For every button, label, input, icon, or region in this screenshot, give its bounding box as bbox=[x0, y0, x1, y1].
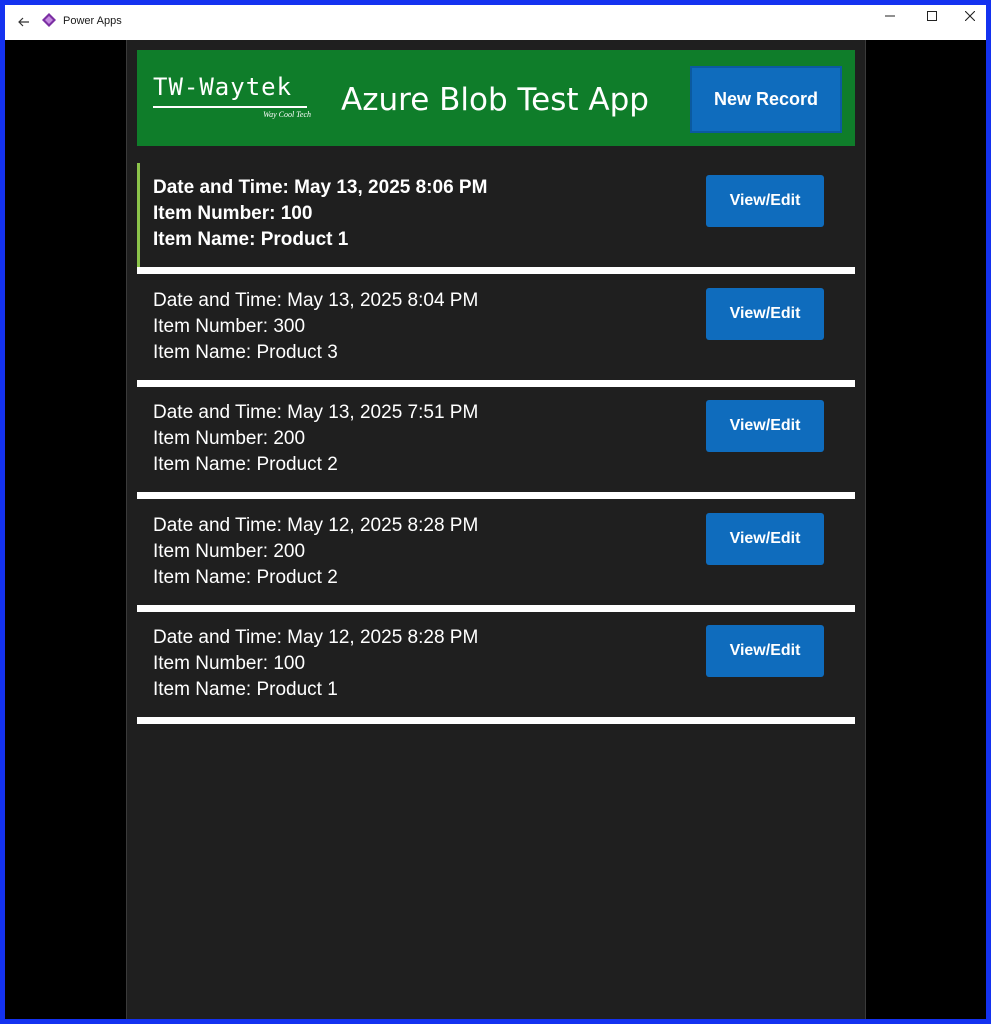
app-title: Azure Blob Test App bbox=[341, 82, 649, 118]
title-bar: Power Apps bbox=[5, 5, 986, 40]
arrow-left-icon bbox=[18, 17, 29, 27]
row-separator bbox=[137, 492, 855, 499]
record-details: Date and Time: May 12, 2025 8:28 PM Item… bbox=[153, 625, 478, 703]
app-header: TW-Waytek Way Cool Tech Azure Blob Test … bbox=[137, 50, 855, 146]
logo-text: TW-Waytek bbox=[153, 73, 293, 101]
row-separator bbox=[137, 267, 855, 274]
record-details: Date and Time: May 13, 2025 8:06 PM Item… bbox=[153, 175, 487, 253]
record-details: Date and Time: May 12, 2025 8:28 PM Item… bbox=[153, 513, 478, 591]
record-item-number: Item Number: 100 bbox=[153, 203, 313, 224]
row-separator bbox=[137, 604, 855, 612]
minimize-icon bbox=[885, 15, 895, 17]
minimize-button[interactable] bbox=[870, 5, 910, 27]
back-button[interactable] bbox=[13, 11, 35, 33]
record-item-number: Item Number: 300 bbox=[153, 315, 306, 337]
record-datetime: Date and Time: May 13, 2025 8:04 PM bbox=[153, 289, 479, 311]
record-details: Date and Time: May 13, 2025 8:04 PM Item… bbox=[153, 288, 478, 366]
record-item-name: Item Name: Product 1 bbox=[153, 679, 338, 700]
record-details: Date and Time: May 13, 2025 7:51 PM Item… bbox=[153, 400, 478, 478]
record-item-name: Item Name: Product 1 bbox=[153, 229, 349, 250]
record-datetime: Date and Time: May 12, 2025 8:28 PM bbox=[153, 627, 479, 648]
record-item-number: Item Number: 100 bbox=[153, 653, 306, 674]
new-record-button[interactable]: New Record bbox=[690, 66, 842, 133]
logo-underline bbox=[153, 106, 307, 108]
app-window: Power Apps TW-Waytek Way Cool Tech Azure… bbox=[5, 5, 986, 1019]
selection-indicator bbox=[137, 163, 140, 267]
company-logo: TW-Waytek Way Cool Tech bbox=[153, 72, 311, 132]
view-edit-button[interactable]: View/Edit bbox=[706, 400, 824, 452]
row-separator bbox=[137, 717, 855, 724]
close-button[interactable] bbox=[950, 5, 990, 27]
maximize-button[interactable] bbox=[912, 5, 952, 27]
window-title: Power Apps bbox=[63, 15, 122, 27]
record-item-name: Item Name: Product 2 bbox=[153, 454, 338, 475]
view-edit-button[interactable]: View/Edit bbox=[706, 512, 824, 565]
power-apps-icon bbox=[42, 13, 56, 27]
record-item-name: Item Name: Product 2 bbox=[153, 566, 338, 588]
record-datetime: Date and Time: May 13, 2025 7:51 PM bbox=[153, 402, 479, 423]
gallery-item[interactable]: Date and Time: May 12, 2025 8:28 PM Item… bbox=[137, 501, 855, 614]
view-edit-button[interactable]: View/Edit bbox=[706, 175, 824, 227]
record-item-number: Item Number: 200 bbox=[153, 540, 306, 562]
app-canvas: TW-Waytek Way Cool Tech Azure Blob Test … bbox=[126, 40, 866, 1019]
view-edit-button[interactable]: View/Edit bbox=[706, 625, 824, 677]
view-edit-button[interactable]: View/Edit bbox=[706, 287, 824, 340]
gallery-item[interactable]: Date and Time: May 12, 2025 8:28 PM Item… bbox=[137, 613, 855, 726]
record-item-name: Item Name: Product 3 bbox=[153, 341, 338, 363]
maximize-icon bbox=[927, 11, 937, 21]
logo-tagline: Way Cool Tech bbox=[263, 110, 311, 119]
gallery-item[interactable]: Date and Time: May 13, 2025 8:06 PM Item… bbox=[137, 163, 855, 276]
record-datetime: Date and Time: May 13, 2025 8:06 PM bbox=[153, 177, 488, 198]
records-gallery: Date and Time: May 13, 2025 8:06 PM Item… bbox=[137, 163, 855, 726]
close-icon bbox=[965, 11, 975, 21]
record-datetime: Date and Time: May 12, 2025 8:28 PM bbox=[153, 514, 479, 536]
gallery-item[interactable]: Date and Time: May 13, 2025 8:04 PM Item… bbox=[137, 276, 855, 389]
record-item-number: Item Number: 200 bbox=[153, 428, 306, 449]
gallery-item[interactable]: Date and Time: May 13, 2025 7:51 PM Item… bbox=[137, 388, 855, 501]
row-separator bbox=[137, 379, 855, 387]
